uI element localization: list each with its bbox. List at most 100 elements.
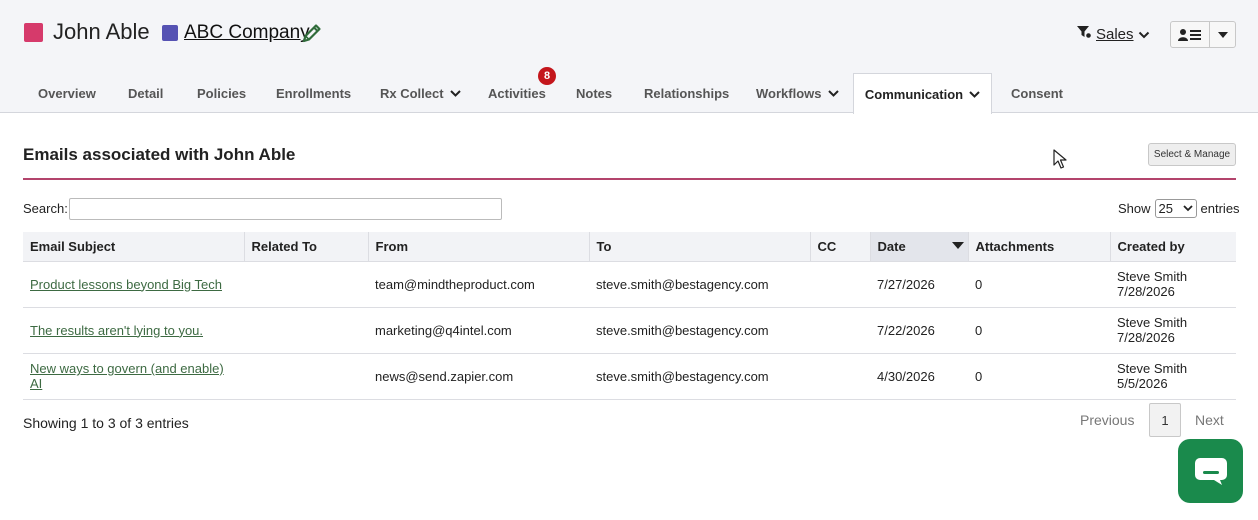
table-header-row: Email Subject Related To From To CC Date… [23, 232, 1236, 261]
page-length-value: 25 [1158, 201, 1173, 216]
tab-label: Policies [197, 85, 247, 101]
tab-label: Communication [864, 86, 964, 102]
table-row: The results aren't lying to you. marketi… [23, 307, 1236, 354]
filter-label: Sales [1096, 25, 1134, 43]
related-to-cell [244, 307, 368, 354]
column-header-email-subject[interactable]: Email Subject [23, 232, 245, 261]
table-info: Showing 1 to 3 of 3 entries [23, 415, 189, 431]
email-subject-link[interactable]: Product lessons beyond Big Tech [30, 277, 222, 292]
table-row: Product lessons beyond Big Tech team@min… [23, 261, 1236, 308]
created-by-cell: Steve Smith 7/28/2026 [1110, 307, 1236, 354]
attachments-cell: 0 [968, 307, 1110, 354]
emails-table: Email Subject Related To From To CC Date… [23, 232, 1236, 400]
column-header-cc[interactable]: CC [810, 232, 871, 261]
email-subject-link[interactable]: The results aren't lying to you. [30, 323, 203, 338]
search-input[interactable] [69, 198, 502, 220]
column-header-to[interactable]: To [589, 232, 811, 261]
tab-rx-collect[interactable]: Rx Collect [380, 73, 461, 113]
to-cell: steve.smith@bestagency.com [589, 261, 810, 308]
chevron-down-icon [449, 90, 461, 97]
date-cell: 7/22/2026 [870, 307, 968, 354]
tab-overview[interactable]: Overview [38, 73, 96, 113]
column-header-related-to[interactable]: Related To [244, 232, 369, 261]
column-header-date-label: Date [877, 238, 906, 254]
to-cell: steve.smith@bestagency.com [589, 353, 810, 400]
email-subject-link[interactable]: New ways to govern (and enable) AI [30, 361, 224, 391]
filter-icon [1076, 25, 1092, 43]
column-header-created-by[interactable]: Created by [1110, 232, 1236, 261]
tab-enrollments[interactable]: Enrollments [276, 73, 351, 113]
created-by-name: Steve Smith [1117, 315, 1188, 330]
attachments-cell: 0 [968, 353, 1110, 400]
from-cell: news@send.zapier.com [368, 353, 589, 400]
date-cell: 7/27/2026 [870, 261, 968, 308]
created-by-date: 7/28/2026 [1117, 330, 1175, 345]
person-name: John Able [53, 19, 150, 44]
contact-list-icon[interactable] [1171, 22, 1210, 47]
previous-page-button[interactable]: Previous [1080, 403, 1134, 437]
tab-label: Enrollments [276, 85, 352, 101]
chat-bubble-icon [1194, 458, 1227, 485]
active-tab-gap [854, 112, 991, 113]
column-header-from[interactable]: From [368, 232, 590, 261]
tab-label: Notes [576, 85, 613, 101]
cc-cell [810, 261, 870, 308]
chevron-down-icon [1182, 205, 1193, 212]
created-by-cell: Steve Smith 5/5/2026 [1110, 353, 1236, 400]
tab-label: Rx Collect [380, 85, 444, 101]
to-cell: steve.smith@bestagency.com [589, 307, 810, 354]
next-page-button[interactable]: Next [1195, 403, 1224, 437]
company-link[interactable]: ABC Company [184, 22, 310, 44]
show-label: Show [1118, 201, 1151, 216]
chevron-down-icon [827, 90, 839, 97]
tab-activities[interactable]: Activities [488, 73, 546, 113]
caret-down-icon[interactable] [1210, 22, 1235, 47]
sort-descending-icon [951, 242, 964, 249]
tab-label: Overview [38, 85, 96, 101]
mouse-cursor-icon [1053, 149, 1067, 172]
column-header-date[interactable]: Date [870, 232, 969, 261]
team-filter-dropdown[interactable]: Sales [1076, 24, 1150, 44]
page-1-button[interactable]: 1 [1149, 403, 1181, 437]
contact-view-button[interactable] [1170, 21, 1236, 48]
header-divider [0, 112, 1258, 113]
cc-cell [810, 353, 870, 400]
pencil-icon[interactable] [301, 22, 323, 44]
column-header-attachments[interactable]: Attachments [968, 232, 1111, 261]
table-row: New ways to govern (and enable) AI news@… [23, 353, 1236, 400]
tab-label: Workflows [756, 85, 822, 101]
tab-label: Activities [488, 85, 546, 101]
search-label: Search: [23, 201, 68, 216]
created-by-date: 7/28/2026 [1117, 284, 1175, 299]
person-color-swatch [24, 23, 43, 42]
chat-button[interactable] [1178, 439, 1243, 503]
related-to-cell [244, 261, 368, 308]
tab-label: Relationships [644, 85, 730, 101]
company-color-swatch [162, 25, 178, 41]
section-title: Emails associated with John Able [23, 145, 296, 164]
tab-consent[interactable]: Consent [1011, 73, 1063, 113]
date-cell: 4/30/2026 [870, 353, 968, 400]
tab-label: Detail [128, 85, 164, 101]
select-manage-button[interactable]: Select & Manage [1148, 143, 1236, 166]
tab-policies[interactable]: Policies [197, 73, 246, 113]
page-length-select[interactable]: 25 [1154, 199, 1197, 218]
from-cell: marketing@q4intel.com [368, 307, 589, 354]
chevron-down-icon [1138, 26, 1150, 43]
created-by-cell: Steve Smith 7/28/2026 [1110, 261, 1236, 308]
from-cell: team@mindtheproduct.com [368, 261, 589, 308]
tab-label: Consent [1011, 85, 1063, 101]
tab-notes[interactable]: Notes [576, 73, 612, 113]
activities-count-badge: 8 [538, 67, 556, 85]
tab-workflows[interactable]: Workflows [756, 73, 839, 113]
created-by-name: Steve Smith [1117, 269, 1188, 284]
tab-communication[interactable]: Communication [853, 73, 992, 114]
tab-detail[interactable]: Detail [128, 73, 163, 113]
record-tabs: Overview Detail Policies Enrollments Rx … [0, 73, 1258, 114]
page-length-control: Show 25 entries [1118, 199, 1240, 218]
created-by-name: Steve Smith [1117, 361, 1188, 376]
related-to-cell [244, 353, 368, 400]
entries-label: entries [1200, 201, 1240, 216]
created-by-date: 5/5/2026 [1117, 376, 1168, 391]
tab-relationships[interactable]: Relationships [644, 73, 729, 113]
